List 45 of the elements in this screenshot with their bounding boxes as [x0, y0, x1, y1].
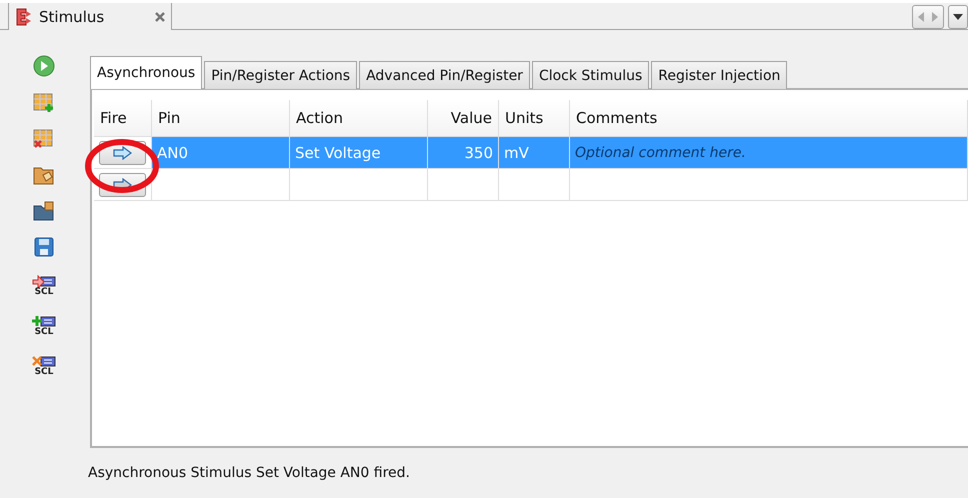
- tab-title: Stimulus: [39, 8, 106, 26]
- table-cell: [499, 169, 570, 201]
- tab[interactable]: Register Injection: [651, 61, 788, 89]
- column-header[interactable]: Action: [290, 100, 428, 137]
- right-arrow-icon: [931, 12, 939, 22]
- comment-cell[interactable]: [570, 169, 968, 201]
- tab[interactable]: Pin/Register Actions: [204, 61, 358, 89]
- arrow-icon: [112, 146, 132, 160]
- tab[interactable]: Asynchronous: [90, 56, 202, 89]
- column-header[interactable]: Pin: [152, 100, 290, 137]
- column-header[interactable]: Fire: [94, 100, 152, 137]
- table-cell: 350: [428, 137, 499, 169]
- table-remove-icon[interactable]: [33, 129, 55, 149]
- scl-label: SCL: [34, 328, 54, 336]
- tab[interactable]: Clock Stimulus: [532, 61, 650, 89]
- scl-label: SCL: [34, 368, 54, 376]
- scl-tool-button[interactable]: SCL: [32, 313, 56, 337]
- scl-tool-button[interactable]: SCL: [32, 273, 56, 297]
- table-add-icon[interactable]: [33, 93, 55, 113]
- editor-tab[interactable]: Stimulus: [8, 3, 172, 30]
- table-cell: [428, 169, 499, 201]
- comment-cell[interactable]: Optional comment here.: [570, 137, 968, 169]
- close-icon[interactable]: [155, 12, 165, 22]
- table-cell: mV: [499, 137, 570, 169]
- left-arrow-icon: [917, 12, 925, 22]
- table-cell: AN0: [152, 137, 290, 169]
- scl-icon: [32, 314, 56, 328]
- table-cell: Set Voltage: [290, 137, 428, 169]
- folder-icon[interactable]: [33, 201, 55, 221]
- dropdown-icon: [953, 14, 963, 20]
- play-icon[interactable]: [33, 55, 55, 77]
- column-header[interactable]: Units: [499, 100, 570, 137]
- comment-placeholder: Optional comment here.: [575, 144, 746, 160]
- folder-icon[interactable]: [33, 165, 55, 185]
- tab[interactable]: Advanced Pin/Register: [359, 61, 530, 89]
- column-header[interactable]: Comments: [570, 100, 968, 137]
- scl-icon: [32, 354, 56, 368]
- tab-list-button[interactable]: [948, 5, 968, 29]
- save-icon[interactable]: [34, 237, 54, 257]
- scl-icon: [32, 274, 56, 288]
- stimulus-icon: [15, 6, 33, 26]
- status-message: Asynchronous Stimulus Set Voltage AN0 fired.: [88, 464, 411, 483]
- scl-tool-button[interactable]: SCL: [32, 353, 56, 377]
- scl-label: SCL: [34, 288, 54, 296]
- column-header[interactable]: Value: [428, 100, 499, 137]
